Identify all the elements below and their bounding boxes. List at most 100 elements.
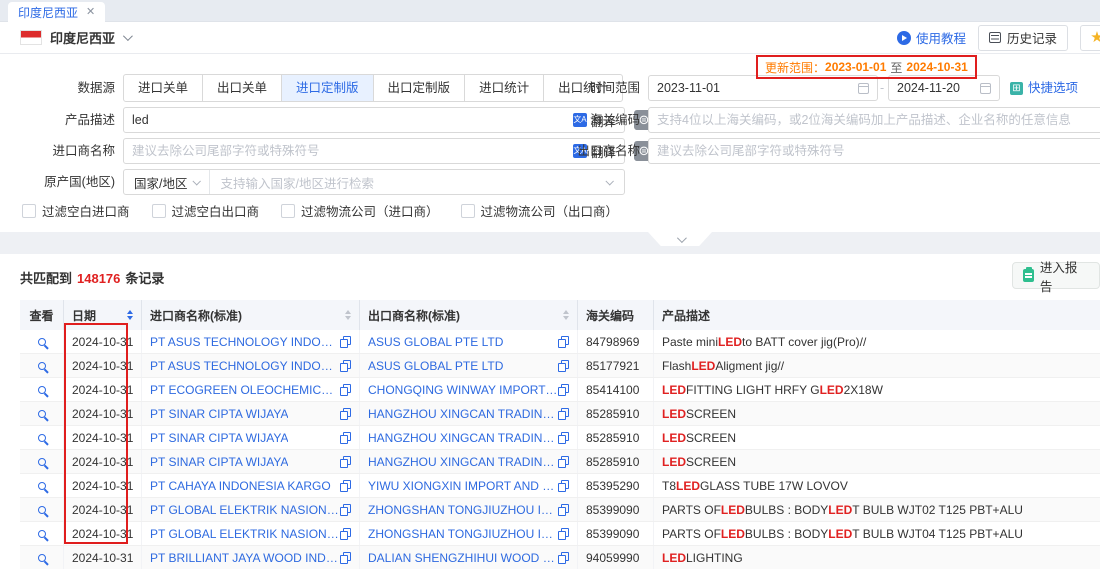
sort-icon[interactable] [563,310,569,320]
exporter-link[interactable]: YIWU XIONGXIN IMPORT AND EXPORT... [368,479,558,493]
copy-icon[interactable] [558,360,569,372]
copy-icon[interactable] [558,504,569,516]
exporter-link[interactable]: ZHONGSHAN TONGJIUZHOU INTERNA... [368,503,558,517]
checkbox-icon[interactable] [461,204,475,218]
origin-select-head[interactable]: 国家/地区 [124,170,210,194]
exporter-link[interactable]: ASUS GLOBAL PTE LTD [368,359,503,373]
copy-icon[interactable] [340,552,351,564]
copy-icon[interactable] [558,408,569,420]
filter-checkbox[interactable]: 过滤空白出口商 [152,201,260,220]
magnifier-icon[interactable] [38,386,46,394]
origin-select[interactable]: 国家/地区 支持输入国家/地区进行检索 [123,169,625,195]
checkbox-icon[interactable] [22,204,36,218]
magnifier-icon[interactable] [38,362,46,370]
copy-icon[interactable] [340,504,351,516]
exporter-link[interactable]: CHONGQING WINWAY IMPORT AND E... [368,383,558,397]
data-source-tab[interactable]: 出口定制版 [373,74,466,102]
exporter-link[interactable]: DALIAN SHENGZHIHUI WOOD INDUST... [368,551,558,565]
exporter-input[interactable] [649,139,1100,163]
copy-icon[interactable] [558,552,569,564]
importer-link[interactable]: PT SINAR CIPTA WIJAYA [150,407,288,421]
data-source-tab[interactable]: 出口关单 [202,74,282,102]
update-range-to: 2024-10-31 [906,60,967,74]
magnifier-icon[interactable] [38,410,46,418]
close-icon[interactable]: ✕ [86,7,95,18]
importer-link[interactable]: PT SINAR CIPTA WIJAYA [150,431,288,445]
table-row: 2024-10-31PT SINAR CIPTA WIJAYAHANGZHOU … [20,402,1100,426]
filter-checkbox[interactable]: 过滤物流公司（出口商） [461,201,619,220]
col-importer[interactable]: 进口商名称(标准) [142,300,360,330]
magnifier-icon[interactable] [38,530,46,538]
product-desc-cell: LED SCREEN [654,426,1100,449]
magnifier-icon[interactable] [38,554,46,562]
chevron-down-icon[interactable] [123,31,133,41]
hs-code-cell: 85399090 [578,522,654,545]
importer-link[interactable]: PT ASUS TECHNOLOGY INDONESIA BA... [150,335,340,349]
importer-cell: PT SINAR CIPTA WIJAYA [142,402,360,425]
chevron-down-icon [605,177,613,185]
exporter-link[interactable]: ZHONGSHAN TONGJIUZHOU INTERNA... [368,527,558,541]
importer-link[interactable]: PT BRILLIANT JAYA WOOD INDUSTRY [150,551,340,565]
importer-input[interactable] [124,139,565,163]
sort-icon[interactable] [127,310,133,320]
exporter-cell: DALIAN SHENGZHIHUI WOOD INDUST... [360,546,578,569]
exporter-link[interactable]: HANGZHOU XINGCAN TRADING CO LTD [368,431,558,445]
exporter-cell: ZHONGSHAN TONGJIUZHOU INTERNA... [360,522,578,545]
tab-indonesia[interactable]: 印度尼西亚 ✕ [8,2,105,22]
keyword-highlight: LED [721,503,745,517]
checkbox-icon[interactable] [281,204,295,218]
star-icon [1090,30,1100,45]
copy-icon[interactable] [340,336,351,348]
hs-code-input[interactable] [649,108,1100,132]
importer-link[interactable]: PT SINAR CIPTA WIJAYA [150,455,288,469]
importer-link[interactable]: PT ASUS TECHNOLOGY INDONESIA BA... [150,359,340,373]
importer-link[interactable]: PT CAHAYA INDONESIA KARGO [150,479,331,493]
tutorial-button[interactable]: 使用教程 [897,28,966,47]
data-source-tab[interactable]: 进口统计 [464,74,544,102]
copy-icon[interactable] [340,528,351,540]
filter-checkbox[interactable]: 过滤空白进口商 [22,201,130,220]
magnifier-icon[interactable] [38,434,46,442]
checkbox-icon[interactable] [152,204,166,218]
product-desc-cell: LED FITTING LIGHT HRFY G LED 2X18W [654,378,1100,401]
col-exporter[interactable]: 出口商名称(标准) [360,300,578,330]
magnifier-icon[interactable] [38,338,46,346]
copy-icon[interactable] [340,360,351,372]
copy-icon[interactable] [340,432,351,444]
copy-icon[interactable] [340,408,351,420]
copy-icon[interactable] [558,480,569,492]
magnifier-icon[interactable] [38,506,46,514]
date-cell: 2024-10-31 [64,522,142,545]
copy-icon[interactable] [340,384,351,396]
filter-checkbox[interactable]: 过滤物流公司（进口商） [281,201,439,220]
product-desc-input[interactable] [124,108,565,132]
exporter-link[interactable]: HANGZHOU XINGCAN TRADING CO LTD [368,455,558,469]
exporter-link[interactable]: ASUS GLOBAL PTE LTD [368,335,503,349]
magnifier-icon[interactable] [38,458,46,466]
copy-icon[interactable] [340,456,351,468]
copy-icon[interactable] [558,432,569,444]
col-date[interactable]: 日期 [64,300,142,330]
data-source-tab[interactable]: 进口定制版 [281,74,374,102]
quick-options-link[interactable]: 快捷选项 [1010,75,1078,101]
keyword-highlight: LED [662,431,686,445]
date-cell: 2024-10-31 [64,354,142,377]
copy-icon[interactable] [558,384,569,396]
product-desc-label: 产品描述 [20,107,115,133]
magnifier-icon[interactable] [38,482,46,490]
importer-link[interactable]: PT ECOGREEN OLEOCHEMICALS [150,383,340,397]
sort-icon[interactable] [345,310,351,320]
copy-icon[interactable] [340,480,351,492]
copy-icon[interactable] [558,528,569,540]
history-button[interactable]: 历史记录 [978,25,1068,51]
data-source-tab[interactable]: 进口关单 [123,74,203,102]
importer-link[interactable]: PT GLOBAL ELEKTRIK NASIONAL [150,503,340,517]
importer-link[interactable]: PT GLOBAL ELEKTRIK NASIONAL [150,527,340,541]
desc-text: PARTS OF [662,503,721,517]
enter-report-button[interactable]: 进入报告 [1012,262,1100,289]
exporter-link[interactable]: HANGZHOU XINGCAN TRADING CO LTD [368,407,558,421]
favorite-button[interactable] [1080,25,1100,51]
view-cell [20,522,64,545]
copy-icon[interactable] [558,336,569,348]
copy-icon[interactable] [558,456,569,468]
